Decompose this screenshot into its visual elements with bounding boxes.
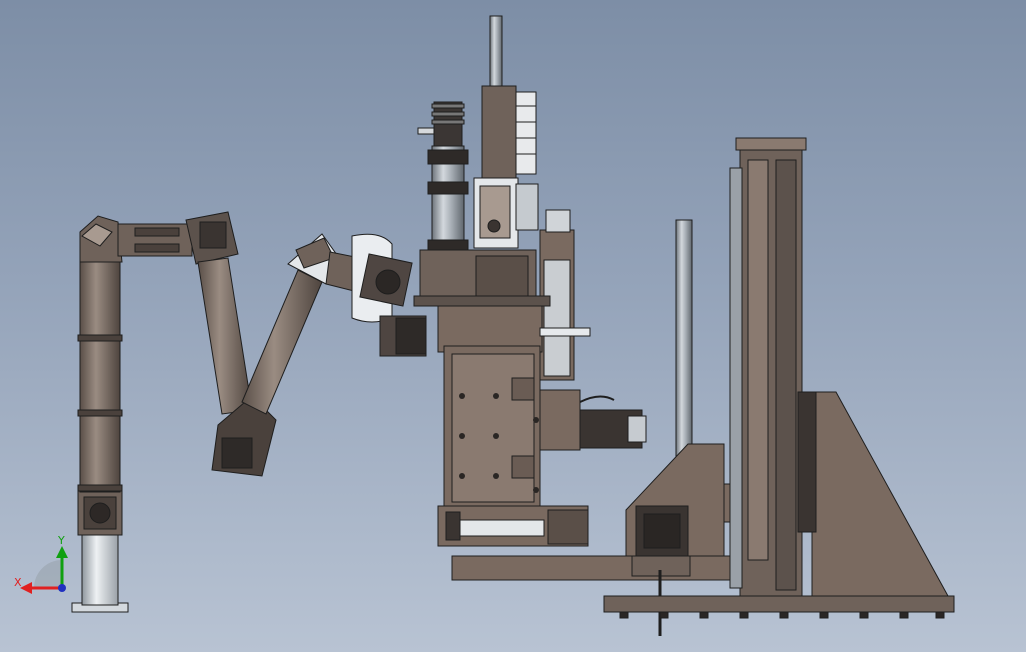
arm-vertical-tube	[79, 261, 121, 493]
upper-drive-block	[481, 85, 517, 179]
cad-viewport[interactable]: Y X	[0, 0, 1026, 652]
articulated-arm	[71, 211, 413, 613]
arm-upper-link	[241, 269, 323, 415]
arm-pedestal-column	[81, 532, 119, 606]
z-axis-dot	[58, 584, 66, 592]
coordinate-triad: Y X	[14, 534, 68, 594]
x-axis-label: X	[14, 576, 22, 589]
focus-rod	[489, 15, 503, 89]
microscope-assembly-drawing: Y X	[14, 15, 955, 636]
y-axis-label: Y	[57, 534, 65, 547]
microscope-column	[379, 15, 647, 547]
thin-support-pole	[675, 219, 693, 465]
xy-stage-body	[437, 305, 543, 353]
x-axis-motor-mount	[539, 389, 581, 451]
arm-forearm-link	[197, 257, 253, 415]
triad-origin-arc	[34, 560, 62, 588]
main-base-plate	[451, 555, 743, 581]
lift-base-plate	[603, 595, 955, 613]
column-gusset	[811, 391, 949, 597]
